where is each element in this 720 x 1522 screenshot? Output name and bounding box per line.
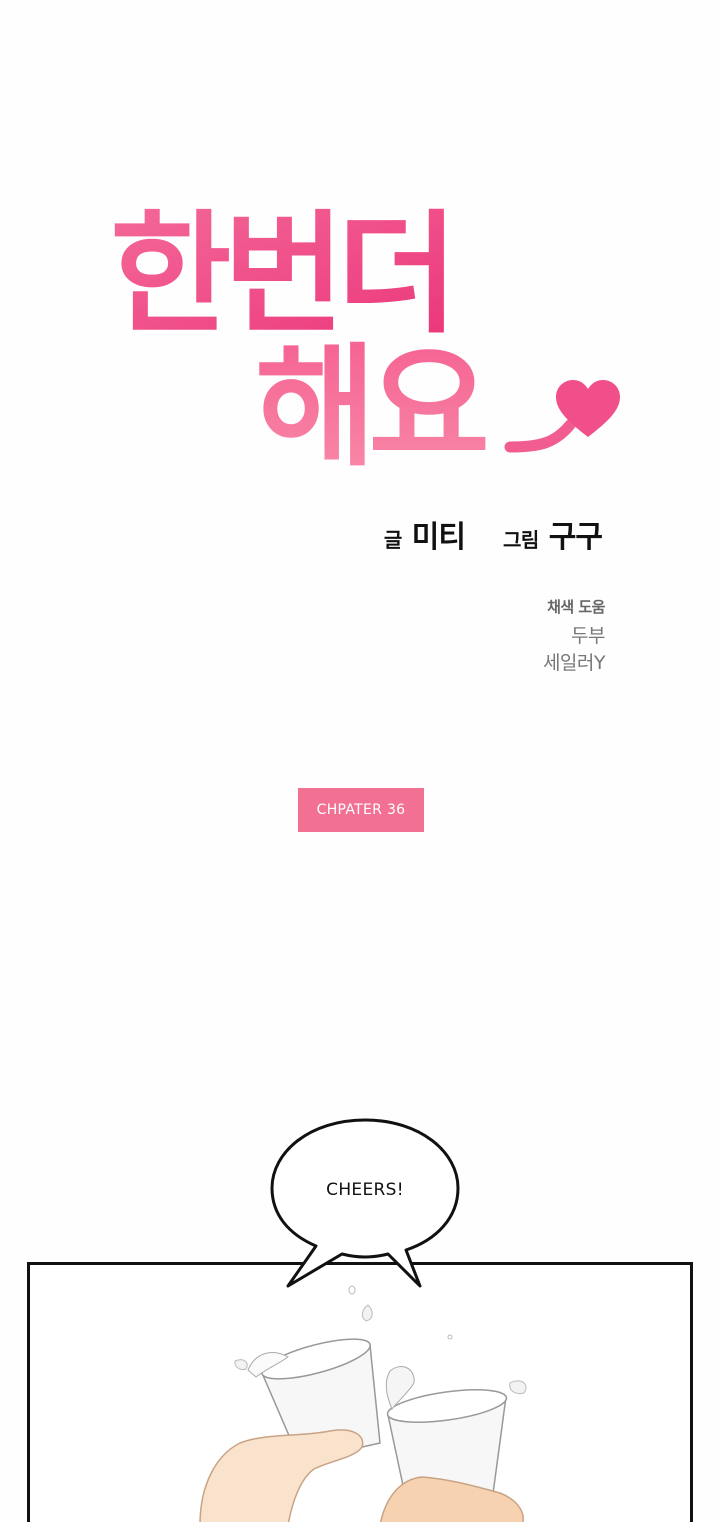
bubble-text: CHEERS! (326, 1180, 404, 1200)
assist-name: 두부 (571, 625, 605, 647)
left-hand (199, 1429, 364, 1522)
title-logo: 한번더 해요 (100, 185, 620, 475)
artist-role: 그림 (502, 528, 539, 552)
chapter-badge: CHPATER 36 (298, 788, 424, 832)
swoosh (504, 419, 576, 453)
comic-panel (27, 1262, 693, 1522)
credits: 글 미티 그림 구구 (383, 512, 603, 556)
title-line2: 해요 (255, 331, 485, 475)
artist-name: 구구 (548, 520, 603, 555)
writer-role: 글 (383, 528, 402, 552)
webtoon-page: 한번더 해요 글 미티 그림 구구 채색 도움 두부 세일러Y CHPATER … (0, 0, 720, 1522)
assist-title: 채색 도움 (547, 598, 605, 616)
color-assist: 채색 도움 두부 세일러Y (542, 596, 606, 677)
assist-name: 세일러Y (542, 652, 606, 674)
title-line1: 한번더 (110, 198, 450, 352)
writer-name: 미티 (411, 520, 466, 555)
speech-bubble: CHEERS! (270, 1118, 460, 1294)
